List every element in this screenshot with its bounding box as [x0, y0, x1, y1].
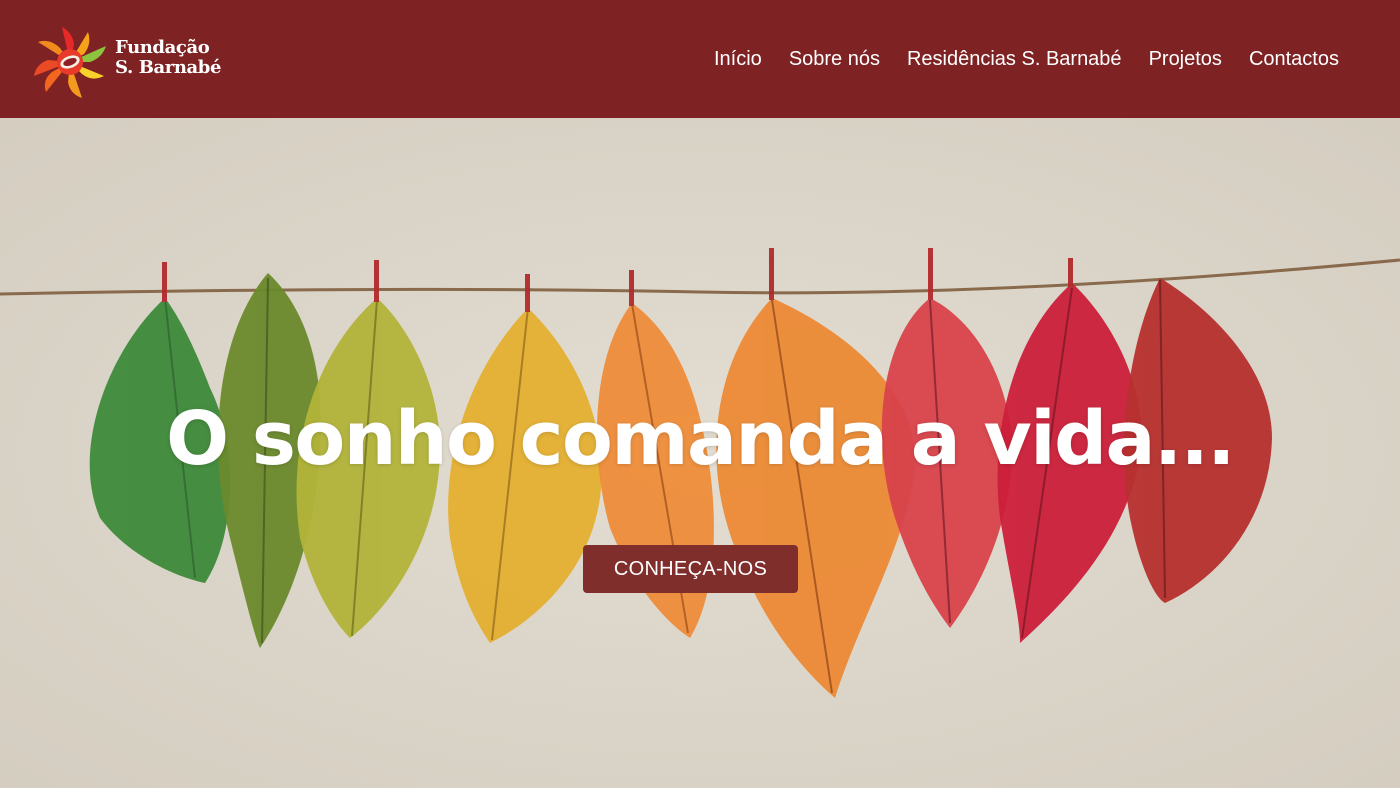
nav-item-residencias[interactable]: Residências S. Barnabé — [907, 47, 1122, 71]
nav-item-sobre-nos[interactable]: Sobre nós — [789, 47, 880, 71]
brand-name-line1: Fundação — [115, 37, 210, 58]
hero-section: O sonho comanda a vida... CONHEÇA-NOS — [0, 118, 1400, 788]
nav-item-projetos[interactable]: Projetos — [1149, 47, 1222, 71]
conheca-nos-button[interactable]: CONHEÇA-NOS — [583, 545, 798, 593]
hero-headline: O sonho comanda a vida... — [166, 396, 1235, 482]
sun-flower-logo-icon — [34, 27, 106, 98]
nav-item-inicio[interactable]: Início — [714, 47, 762, 71]
main-nav: Início Sobre nós Residências S. Barnabé … — [687, 47, 1339, 71]
brand-name: Fundação S. Barnabé — [115, 38, 221, 78]
site-header: Fundação S. Barnabé Início Sobre nós Res… — [0, 0, 1400, 118]
nav-item-contactos[interactable]: Contactos — [1249, 47, 1339, 71]
brand-name-line2: S. Barnabé — [115, 57, 222, 78]
logo-link[interactable]: Fundação S. Barnabé — [32, 24, 222, 100]
